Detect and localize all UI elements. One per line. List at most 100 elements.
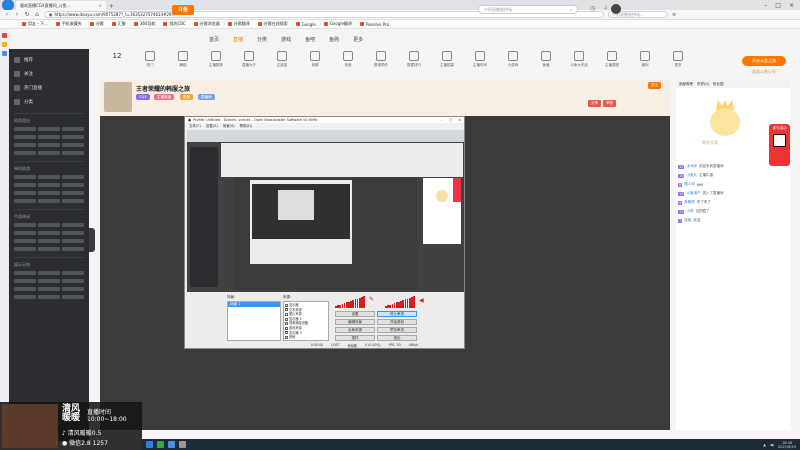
sidebar-link[interactable] [38, 175, 60, 179]
sidebar-link[interactable] [38, 127, 60, 131]
close-icon[interactable]: × [99, 3, 102, 8]
sidebar-item[interactable]: 推荐 [14, 53, 84, 67]
checkbox[interactable] [285, 317, 288, 321]
sidebar-link[interactable] [38, 247, 60, 251]
browser-taskbar-icon[interactable] [146, 441, 153, 448]
nav-item[interactable]: 游戏 [281, 36, 291, 43]
minimize-icon[interactable]: – [764, 2, 767, 9]
sidebar-link[interactable] [38, 151, 60, 155]
sidebar-link[interactable] [14, 135, 36, 139]
bookmark-item[interactable]: Google翻译 [323, 21, 352, 27]
forward-icon[interactable]: › [14, 11, 20, 18]
category-item[interactable]: 竞猜 [302, 51, 328, 79]
category-item[interactable]: 主播时间 [467, 51, 493, 79]
sidebar-link[interactable] [62, 239, 84, 243]
sidebar-link[interactable] [62, 151, 84, 155]
sidebar-link[interactable] [38, 271, 60, 275]
chat-tab[interactable]: 粉丝团 [713, 82, 724, 87]
sidebar-link[interactable] [14, 271, 36, 275]
sidebar-link[interactable] [38, 239, 60, 243]
mic-icon[interactable]: ✎ [369, 296, 374, 303]
sidebar-link[interactable] [14, 223, 36, 227]
report-button[interactable]: 举报 [603, 100, 616, 107]
back-icon[interactable]: ‹ [4, 11, 10, 18]
scenes-list[interactable]: 场景 1 [227, 301, 281, 341]
bookmark-item[interactable]: 谷歌浏览器 [193, 21, 220, 27]
checkbox[interactable] [285, 331, 288, 335]
bookmark-item[interactable]: 谷歌在线搜索 [257, 21, 288, 27]
category-item[interactable]: 主播招募 [434, 51, 460, 79]
sidebar-link[interactable] [62, 175, 84, 179]
global-sources-button[interactable]: 全局来源 [335, 327, 375, 333]
checkbox[interactable] [285, 308, 288, 312]
chat-username[interactable]: 路人甲 [684, 182, 695, 187]
refresh-icon[interactable]: ↻ [24, 11, 30, 18]
sidebar-link[interactable] [14, 151, 36, 155]
chat-tab[interactable]: 贵宾(0) [697, 82, 709, 87]
download-icon[interactable]: ⇩ [603, 5, 608, 12]
category-item[interactable]: 12 [104, 51, 130, 79]
promo-button[interactable]: 开启斗鱼之旅 [742, 56, 786, 66]
category-item[interactable]: 热门 [137, 51, 163, 79]
checkbox[interactable] [285, 335, 288, 339]
sidebar-link[interactable] [62, 247, 84, 251]
maximize-icon[interactable]: □ [775, 2, 781, 9]
sidebar-link[interactable] [62, 183, 84, 187]
share-button[interactable]: 分享 [588, 100, 601, 107]
plugins-button[interactable]: 插件 [335, 335, 375, 341]
checkbox[interactable] [285, 303, 288, 307]
obs-menu-item[interactable]: 设置(S) [206, 124, 218, 129]
chat-username[interactable]: 冰冰凉 [686, 164, 697, 169]
speaker-icon[interactable]: ◀ [419, 297, 424, 304]
sidebar-link[interactable] [14, 279, 36, 283]
bookmark-item[interactable]: 汇聚 [111, 21, 126, 27]
favorite-icon[interactable] [2, 33, 7, 38]
sidebar-link[interactable] [62, 143, 84, 147]
new-tab-button[interactable]: + [106, 3, 114, 10]
chat-username[interactable]: 小鱼丸 [686, 173, 697, 178]
mic-audio-meter[interactable] [385, 296, 415, 308]
category-item[interactable]: 更多 [665, 51, 691, 79]
sidebar-link[interactable] [62, 135, 84, 139]
sidebar-link[interactable] [62, 199, 84, 203]
streamer-badge[interactable]: CGX [136, 94, 150, 100]
activity-badge[interactable]: 参与活动 [769, 124, 790, 166]
category-item[interactable]: 赛事预约 [368, 51, 394, 79]
network-icon[interactable]: ▲ [763, 443, 766, 447]
sidebar-link[interactable] [62, 127, 84, 131]
wechat-taskbar-icon[interactable] [157, 441, 164, 448]
preview-stream-button[interactable]: 预览串流 [377, 327, 417, 333]
sidebar-link[interactable] [62, 191, 84, 195]
bookmark-item[interactable]: Google [295, 22, 316, 27]
volume-icon[interactable]: ◀) [770, 443, 774, 447]
sidebar-link[interactable] [38, 295, 60, 299]
star-icon[interactable] [2, 42, 7, 47]
sidebar-item[interactable]: 热门直播 [14, 81, 84, 95]
site-search-input[interactable]: 宁阿双胞胎拼场 ⌕ [478, 5, 578, 14]
noble-badge[interactable]: 贵族 [180, 94, 193, 100]
sidebar-link[interactable] [14, 247, 36, 251]
obs-close-icon[interactable]: × [458, 118, 461, 122]
nav-item[interactable]: 首页 [209, 36, 219, 43]
edit-scene-button[interactable]: 编辑场景 [335, 319, 375, 325]
sidebar-link[interactable] [38, 231, 60, 235]
category-item[interactable]: 福利 [632, 51, 658, 79]
stop-stream-button[interactable]: 停止串流 [377, 311, 417, 317]
sidebar-link[interactable] [38, 287, 60, 291]
category-item[interactable]: 电竞 [335, 51, 361, 79]
chat-username[interactable]: 游客 [684, 218, 691, 223]
sidebar-item[interactable]: 分类 [14, 95, 84, 109]
desktop-audio-meter[interactable] [335, 296, 365, 308]
nav-item[interactable]: 鱼吧 [305, 36, 315, 43]
douyu-logo[interactable]: 斗鱼 [172, 5, 194, 15]
obs-maximize-icon[interactable]: □ [449, 118, 452, 122]
bookmark-item[interactable]: 我的CBC [163, 21, 186, 27]
bookmark-item[interactable]: 360导航 [133, 21, 155, 27]
checkbox[interactable] [285, 312, 288, 316]
sidebar-link[interactable] [14, 127, 36, 131]
obs-taskbar-icon[interactable] [179, 441, 186, 448]
sidebar-link[interactable] [62, 295, 84, 299]
sidebar-link[interactable] [38, 191, 60, 195]
search-icon[interactable]: ⌕ [570, 7, 572, 12]
close-window-icon[interactable]: × [789, 2, 794, 9]
